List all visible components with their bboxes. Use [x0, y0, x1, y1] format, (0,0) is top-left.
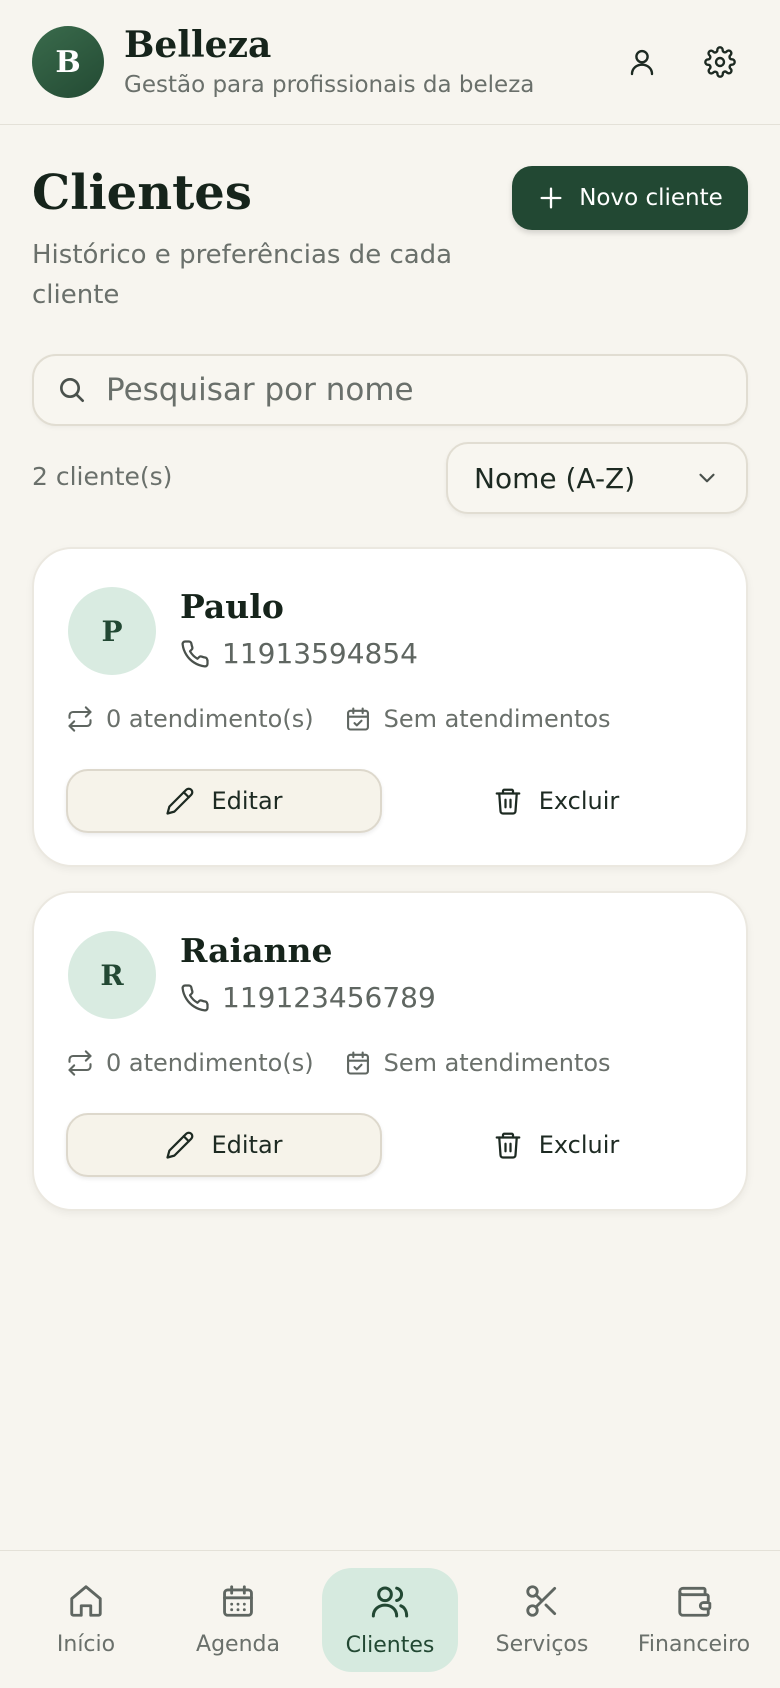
visits-label: 0 atendimento(s)	[106, 705, 314, 733]
client-phone-number: 11913594854	[222, 637, 418, 670]
client-meta: 0 atendimento(s) Sem atendimentos	[66, 1049, 641, 1077]
wallet-icon	[678, 1586, 712, 1617]
client-phone: 11913594854	[180, 637, 418, 670]
page-subtitle: Histórico e preferências de cada cliente	[32, 240, 453, 310]
chevron-down-icon	[699, 473, 715, 483]
nav-item-inicio[interactable]: Início	[18, 1568, 154, 1672]
delete-client-button[interactable]: Excluir	[398, 1113, 714, 1177]
plus-icon	[540, 187, 562, 209]
user-icon	[630, 49, 654, 76]
last-visit: Sem atendimentos	[344, 705, 611, 733]
visits-count: 0 atendimento(s)	[66, 705, 314, 733]
app-root: B Belleza Gestão para profissionais da b…	[0, 0, 780, 1688]
last-visit: Sem atendimentos	[344, 1049, 611, 1077]
users-icon	[371, 1586, 409, 1618]
delete-client-button[interactable]: Excluir	[398, 769, 714, 833]
client-name: Paulo	[180, 587, 284, 626]
search-input[interactable]	[106, 372, 706, 408]
gear-icon	[704, 46, 736, 78]
repeat-icon	[68, 1050, 92, 1076]
repeat-icon	[68, 706, 92, 732]
phone-icon	[181, 639, 209, 667]
client-avatar: R	[68, 931, 156, 1019]
top-bar: B Belleza Gestão para profissionais da b…	[0, 0, 780, 125]
client-phone: 119123456789	[180, 981, 436, 1014]
edit-label: Editar	[211, 1131, 283, 1159]
profile-button[interactable]	[614, 34, 670, 90]
new-client-label: Novo cliente	[579, 185, 723, 211]
nav-label: Clientes	[345, 1633, 435, 1658]
trash-icon	[495, 1132, 521, 1159]
calendar-check-icon	[346, 1051, 369, 1075]
delete-label: Excluir	[538, 1131, 620, 1159]
page-title: Clientes	[32, 165, 252, 221]
nav-item-servicos[interactable]: Serviços	[474, 1568, 610, 1672]
nav-label: Agenda	[196, 1632, 280, 1657]
client-phone-number: 119123456789	[222, 981, 436, 1014]
edit-client-button[interactable]: Editar	[66, 769, 382, 833]
sort-select[interactable]: Nome (A-Z)	[446, 442, 748, 514]
trash-icon	[495, 788, 521, 815]
nav-label: Início	[56, 1632, 116, 1657]
client-name: Raianne	[180, 931, 333, 970]
search-icon	[60, 378, 84, 402]
client-count: 2 cliente(s)	[32, 462, 173, 491]
client-card: P Paulo 11913594854 0 atendimento(s) Sem…	[32, 547, 748, 867]
nav-item-agenda[interactable]: Agenda	[170, 1568, 306, 1672]
pencil-icon	[166, 1131, 194, 1159]
pencil-icon	[166, 787, 194, 815]
calendar-check-icon	[346, 707, 369, 731]
visits-label: 0 atendimento(s)	[106, 1049, 314, 1077]
nav-item-clientes[interactable]: Clientes	[322, 1567, 458, 1672]
settings-button[interactable]	[692, 34, 748, 90]
nav-label: Serviços	[495, 1632, 589, 1657]
calendar-icon	[223, 1585, 253, 1617]
brand-logo: B	[32, 26, 104, 98]
client-card: R Raianne 119123456789 0 atendimento(s) …	[32, 891, 748, 1211]
phone-icon	[181, 983, 209, 1011]
last-visit-label: Sem atendimentos	[383, 1049, 611, 1077]
bottom-nav: Início Agenda Clientes Serviços Financei…	[0, 1550, 780, 1688]
client-meta: 0 atendimento(s) Sem atendimentos	[66, 705, 641, 733]
nav-label: Financeiro	[637, 1632, 751, 1657]
search-box[interactable]	[32, 354, 748, 426]
home-icon	[70, 1585, 102, 1617]
edit-label: Editar	[211, 787, 283, 815]
brand-block: Belleza Gestão para profissionais da bel…	[124, 26, 592, 98]
brand-tagline: Gestão para profissionais da beleza	[124, 71, 535, 98]
visits-count: 0 atendimento(s)	[66, 1049, 314, 1077]
brand-name: Belleza	[124, 24, 272, 67]
client-avatar: P	[68, 587, 156, 675]
delete-label: Excluir	[538, 787, 620, 815]
new-client-button[interactable]: Novo cliente	[512, 166, 748, 230]
edit-client-button[interactable]: Editar	[66, 1113, 382, 1177]
scissors-icon	[526, 1585, 557, 1617]
sort-value: Nome (A-Z)	[474, 461, 636, 495]
last-visit-label: Sem atendimentos	[383, 705, 611, 733]
nav-item-financeiro[interactable]: Financeiro	[626, 1568, 762, 1672]
